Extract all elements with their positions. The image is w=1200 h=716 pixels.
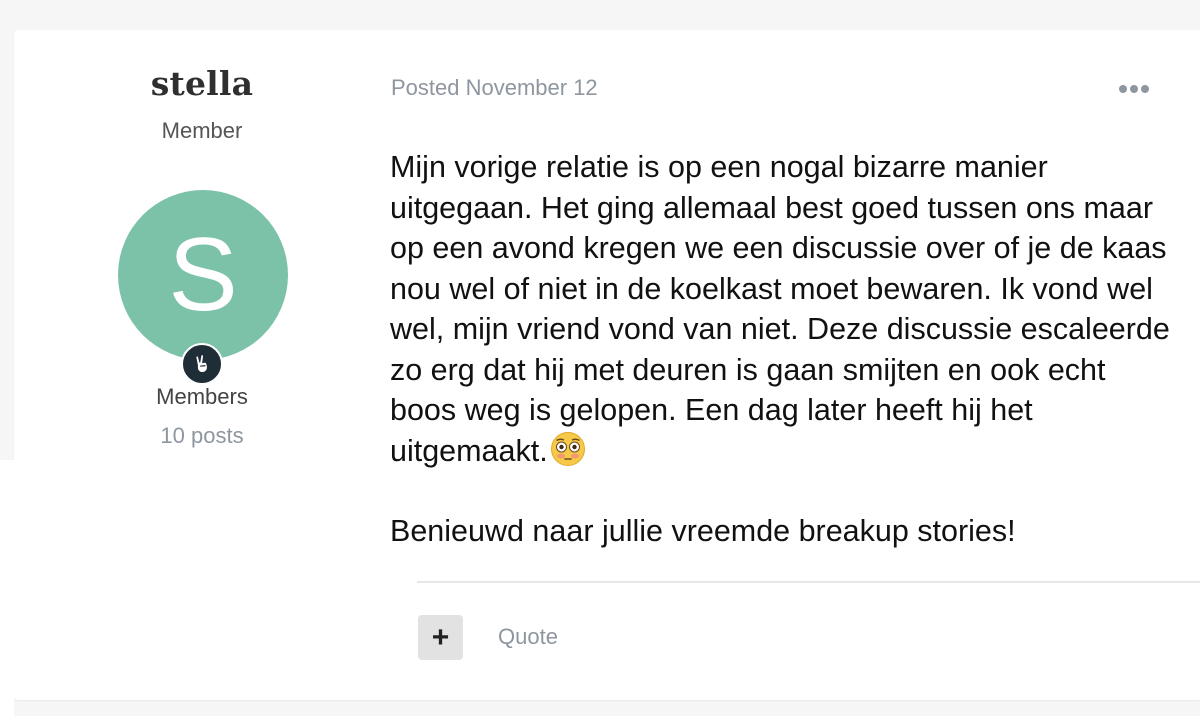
- post-paragraph: Benieuwd naar jullie vreemde breakup sto…: [390, 514, 1016, 548]
- post-content: Mijn vorige relatie is op een nogal biza…: [390, 147, 1180, 552]
- dot: [1119, 85, 1127, 93]
- member-group: Members: [156, 384, 248, 409]
- author-name[interactable]: stella: [14, 64, 390, 103]
- avatar[interactable]: S: [118, 190, 288, 360]
- post-paragraph: Mijn vorige relatie is op een nogal biza…: [390, 147, 1180, 471]
- dot: [1141, 85, 1149, 93]
- add-reaction-button[interactable]: +: [418, 615, 463, 660]
- ellipsis-icon[interactable]: [1114, 78, 1154, 100]
- author-panel: stella Member S Members 10 posts: [14, 30, 390, 700]
- author-title: Member: [161, 118, 243, 143]
- post-count: 10 posts: [160, 423, 244, 448]
- post-date[interactable]: Posted November 12: [391, 75, 598, 101]
- forum-post-card: stella Member S Members 10 posts Posted …: [14, 30, 1200, 700]
- dot: [1130, 85, 1138, 93]
- post-paragraph-text: Mijn vorige relatie is op een nogal biza…: [390, 150, 1170, 468]
- divider: [417, 581, 1200, 583]
- flushed-face-emoji: [550, 431, 585, 466]
- background-edge: [0, 460, 14, 716]
- quote-button[interactable]: Quote: [498, 624, 558, 650]
- hand-peace-icon: [181, 343, 223, 385]
